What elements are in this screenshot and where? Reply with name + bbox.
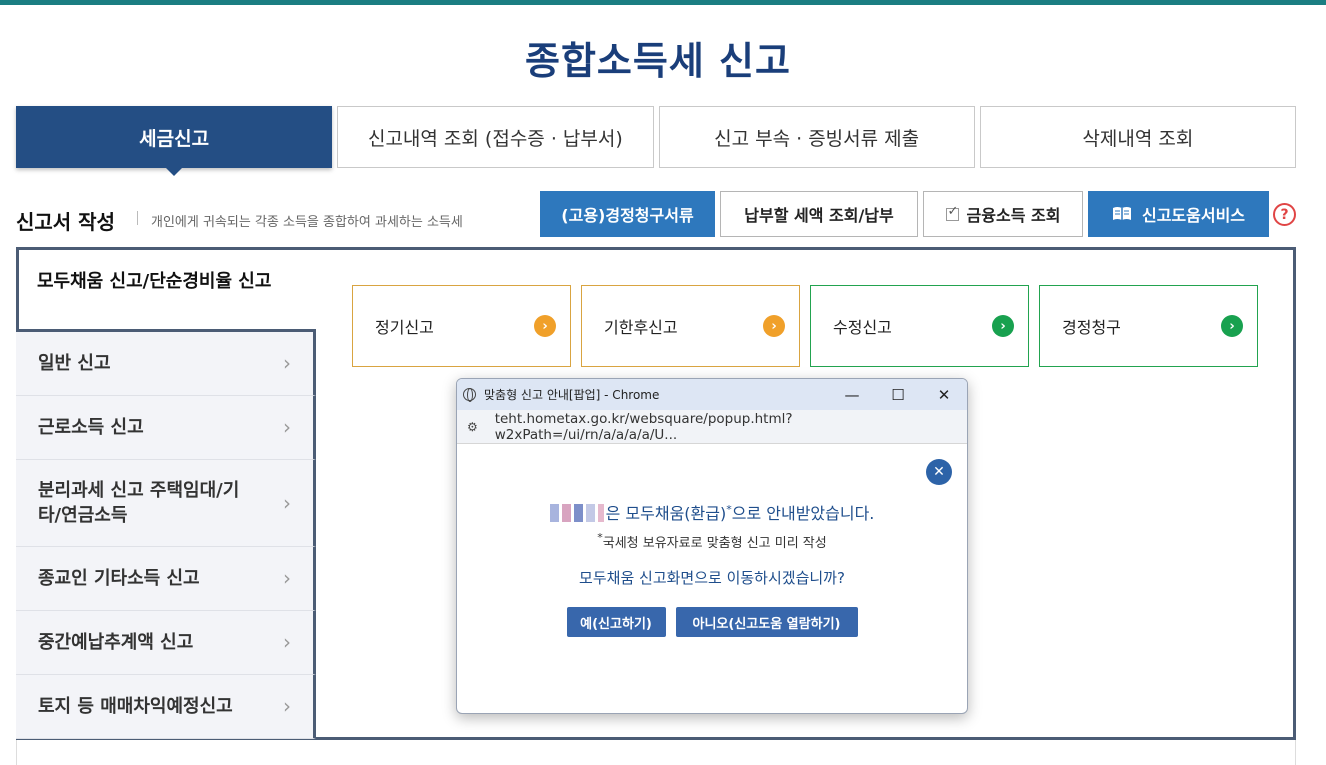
menu-item-label: 중간예납추계액 신고: [38, 632, 194, 653]
section-divider: [137, 211, 138, 225]
chevron-right-icon: ›: [283, 694, 291, 718]
globe-icon: [463, 388, 476, 402]
claim-documents-label: (고용)경정청구서류: [561, 206, 694, 225]
popup-address-bar[interactable]: ⚙ teht.hometax.go.kr/websquare/popup.htm…: [457, 410, 967, 444]
menu-item-land-sale[interactable]: 토지 등 매매차익예정신고 ›: [16, 675, 316, 739]
tab-submit-documents[interactable]: 신고 부속 · 증빙서류 제출: [658, 106, 975, 168]
page-title: 종합소득세 신고: [525, 39, 791, 83]
note-text: 국세청 보유자료로 맞춤형 신고 미리 작성: [602, 536, 827, 551]
popup-titlebar[interactable]: 맞춤형 신고 안내[팝업] - Chrome — ☐ ✕: [457, 379, 967, 410]
card-amended-filing[interactable]: 수정신고 ›: [810, 285, 1029, 367]
left-menu: 모두채움 신고/단순경비율 신고 일반 신고 › 근로소득 신고 › 분리과세 …: [16, 247, 316, 739]
card-label: 정기신고: [375, 318, 434, 337]
payment-inquiry-label: 납부할 세액 조회/납부: [744, 206, 894, 225]
help-service-label: 신고도움서비스: [1141, 206, 1246, 225]
bottom-border-left: [16, 740, 17, 765]
card-label: 기한후신고: [604, 318, 678, 337]
arrow-right-icon: ›: [992, 315, 1014, 337]
menu-item-general[interactable]: 일반 신고 ›: [16, 332, 316, 396]
bottom-border-right: [1295, 740, 1296, 765]
menu-item-label: 근로소득 신고: [38, 417, 144, 438]
arrow-right-icon: ›: [534, 315, 556, 337]
chevron-right-icon: ›: [283, 490, 291, 515]
card-label: 수정신고: [833, 318, 892, 337]
tab-filing-history[interactable]: 신고내역 조회 (접수증 · 납부서): [337, 106, 654, 168]
site-settings-icon: ⚙: [467, 419, 478, 434]
popup-buttons: 예(신고하기) 아니오(신고도움 열람하기): [457, 607, 967, 637]
menu-item-prefilled-simple[interactable]: 모두채움 신고/단순경비율 신고: [16, 247, 316, 332]
redacted-name: [549, 504, 604, 522]
section-title: 신고서 작성: [16, 210, 115, 234]
maximize-button[interactable]: ☐: [875, 379, 921, 410]
close-icon[interactable]: ✕: [926, 459, 952, 485]
no-view-help-button[interactable]: 아니오(신고도움 열람하기): [675, 607, 858, 637]
section-description: 개인에게 귀속되는 각종 소득을 종합하여 과세하는 소득세: [151, 215, 463, 230]
chevron-right-icon: ›: [283, 630, 291, 654]
card-label: 경정청구: [1062, 318, 1121, 337]
popup-url: teht.hometax.go.kr/websquare/popup.html?…: [494, 410, 793, 443]
chevron-right-icon: ›: [283, 351, 291, 375]
popup-note: *국세청 보유자료로 맞춤형 신고 미리 작성: [457, 531, 967, 551]
message-tail: 으로 안내받았습니다.: [731, 504, 875, 523]
payment-inquiry-button[interactable]: 납부할 세액 조회/납부: [720, 191, 918, 237]
help-service-button[interactable]: 신고도움서비스: [1088, 191, 1269, 237]
popup-message: 은 모두채움(환급)*으로 안내받았습니다.: [457, 500, 967, 524]
chevron-right-icon: ›: [283, 566, 291, 590]
menu-item-label: 종교인 기타소득 신고: [38, 568, 200, 589]
arrow-right-icon: ›: [763, 315, 785, 337]
checkbox-icon: [945, 204, 959, 221]
main-tabs: 세금신고 신고내역 조회 (접수증 · 납부서) 신고 부속 · 증빙서류 제출…: [16, 106, 1296, 176]
menu-item-label: 일반 신고: [38, 353, 111, 374]
yes-file-button[interactable]: 예(신고하기): [566, 607, 666, 637]
window-controls: — ☐ ✕: [829, 379, 967, 410]
help-question-icon[interactable]: ?: [1273, 203, 1296, 226]
top-accent-bar: [0, 0, 1326, 5]
chevron-right-icon: ›: [283, 415, 291, 439]
minimize-button[interactable]: —: [829, 379, 875, 410]
menu-item-label: 분리과세 신고 주택임대/기타/연금소득: [38, 480, 240, 526]
menu-item-separate-tax[interactable]: 분리과세 신고 주택임대/기타/연금소득 ›: [16, 460, 316, 547]
card-late-filing[interactable]: 기한후신고 ›: [581, 285, 800, 367]
menu-item-earned-income[interactable]: 근로소득 신고 ›: [16, 396, 316, 460]
card-regular-filing[interactable]: 정기신고 ›: [352, 285, 571, 367]
financial-income-label: 금융소득 조회: [966, 206, 1061, 225]
menu-item-religious[interactable]: 종교인 기타소득 신고 ›: [16, 547, 316, 611]
menu-item-label: 토지 등 매매차익예정신고: [38, 696, 233, 717]
menu-item-interim-prepayment[interactable]: 중간예납추계액 신고 ›: [16, 611, 316, 675]
tab-deleted-history[interactable]: 삭제내역 조회: [979, 106, 1296, 168]
card-correction-claim[interactable]: 경정청구 ›: [1039, 285, 1258, 367]
popup-question: 모두채움 신고화면으로 이동하시겠습니까?: [579, 569, 845, 587]
close-window-button[interactable]: ✕: [921, 379, 967, 410]
popup-window: 맞춤형 신고 안내[팝업] - Chrome — ☐ ✕ ⚙ teht.home…: [456, 378, 968, 714]
popup-window-title: 맞춤형 신고 안내[팝업] - Chrome: [484, 388, 660, 402]
book-icon: [1112, 207, 1131, 220]
tab-tax-filing[interactable]: 세금신고: [16, 106, 333, 176]
message-text: 은 모두채움(환급): [605, 504, 727, 523]
popup-body: ✕ 은 모두채움(환급)*으로 안내받았습니다. *국세청 보유자료로 맞춤형 …: [457, 445, 967, 713]
claim-documents-button[interactable]: (고용)경정청구서류: [540, 191, 715, 237]
financial-income-button[interactable]: 금융소득 조회: [923, 191, 1083, 237]
arrow-right-icon: ›: [1221, 315, 1243, 337]
